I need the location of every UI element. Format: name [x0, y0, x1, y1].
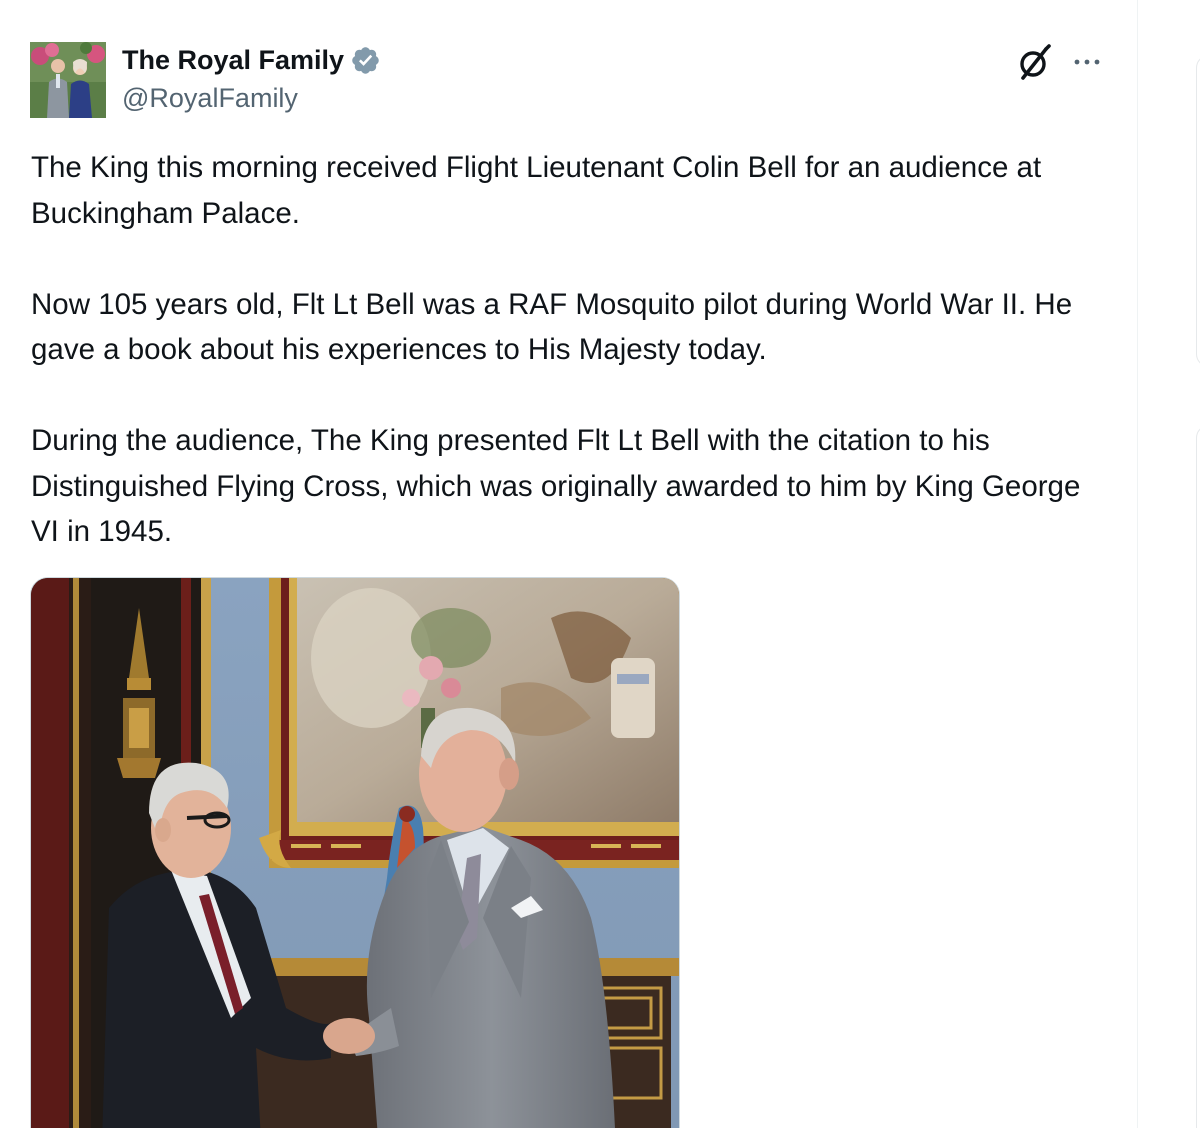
tweet-paragraph: Now 105 years old, Flt Lt Bell was a RAF… — [31, 287, 1073, 367]
avatar-image — [30, 42, 106, 118]
author-avatar[interactable] — [30, 42, 106, 118]
verified-badge-icon — [350, 45, 381, 76]
photo-image — [31, 578, 679, 1128]
tweet-text: The King this morning received Flight Li… — [31, 145, 1116, 600]
right-sidebar — [1138, 0, 1200, 1128]
tweet-photo[interactable] — [30, 577, 680, 1128]
more-options-icon[interactable] — [1068, 46, 1108, 78]
page: The Royal Family @RoyalFamily The King t… — [0, 0, 1200, 1128]
tweet-paragraph: During the audience, The King presented … — [31, 424, 1081, 548]
sidebar-card — [1196, 55, 1200, 367]
post: The Royal Family @RoyalFamily The King t… — [0, 0, 1138, 1128]
sidebar-card — [1196, 425, 1200, 1128]
author-handle[interactable]: @RoyalFamily — [122, 80, 298, 116]
tweet-paragraph: The King this morning received Flight Li… — [31, 151, 1042, 230]
grok-icon[interactable] — [1015, 44, 1053, 82]
author-name[interactable]: The Royal Family — [122, 42, 381, 78]
author-display-name[interactable]: The Royal Family — [122, 42, 344, 78]
